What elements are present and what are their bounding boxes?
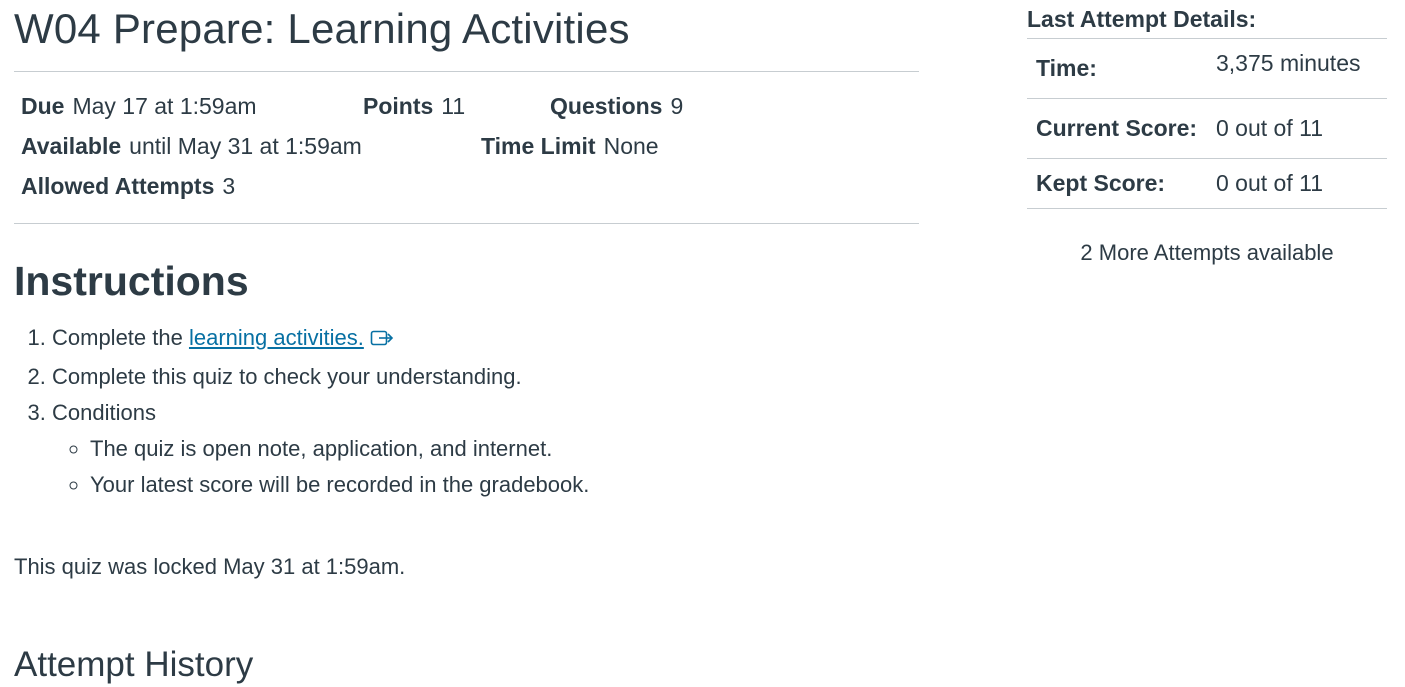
instructions-list: Complete the learning activities. Comple… <box>14 320 919 503</box>
current-score-row: Current Score: 0 out of 11 <box>1027 98 1387 159</box>
time-limit-label: Time Limit <box>481 133 596 159</box>
points-value: 11 <box>441 93 466 119</box>
conditions-list: The quiz is open note, application, and … <box>52 431 919 503</box>
kept-score-label: Kept Score: <box>1027 158 1207 209</box>
allowed-attempts-value: 3 <box>222 173 236 199</box>
learning-activities-link[interactable]: learning activities. <box>189 325 364 350</box>
questions-label: Questions <box>550 93 663 119</box>
current-score-value: 0 out of 11 <box>1207 98 1387 159</box>
page-title: W04 Prepare: Learning Activities <box>14 5 630 52</box>
quiz-locked-message: This quiz was locked May 31 at 1:59am. <box>14 554 406 579</box>
details-row-3: Allowed Attempts 3 <box>21 166 912 206</box>
last-attempt-heading: Last Attempt Details: <box>1027 0 1387 39</box>
questions-value: 9 <box>670 93 684 119</box>
points-label: Points <box>363 93 434 119</box>
external-link-icon[interactable] <box>370 323 396 359</box>
quiz-main-content: W04 Prepare: Learning Activities Due May … <box>14 0 919 687</box>
time-limit-value: None <box>603 133 659 159</box>
questions-detail: Questions 9 <box>550 86 683 126</box>
instruction-item-1: Complete the learning activities. <box>52 320 919 359</box>
instruction-item-2: Complete this quiz to check your underst… <box>52 359 919 395</box>
last-attempt-sidebar: Last Attempt Details: Time: 3,375 minute… <box>1027 0 1387 271</box>
attempt-time-label: Time: <box>1027 39 1207 99</box>
instruction-item-1-text: Complete the <box>52 325 189 350</box>
available-detail: Available until May 31 at 1:59am <box>21 126 481 166</box>
condition-item-1: The quiz is open note, application, and … <box>90 431 919 467</box>
condition-item-2: Your latest score will be recorded in th… <box>90 467 919 503</box>
points-detail: Points 11 <box>363 86 550 126</box>
more-attempts-text: 2 More Attempts available <box>1080 240 1334 265</box>
attempt-time-row: Time: 3,375 minutes <box>1027 39 1387 99</box>
instruction-item-3-text: Conditions <box>52 400 156 425</box>
due-value: May 17 at 1:59am <box>72 93 257 119</box>
attempt-time-value: 3,375 minutes <box>1207 39 1387 99</box>
kept-score-value: 0 out of 11 <box>1207 158 1387 209</box>
due-label: Due <box>21 93 65 119</box>
details-row-1: Due May 17 at 1:59am Points 11 Questions 9 <box>21 86 912 126</box>
time-limit-detail: Time Limit None <box>481 126 659 166</box>
allowed-attempts-detail: Allowed Attempts 3 <box>21 166 235 206</box>
available-label: Available <box>21 133 122 159</box>
attempt-history-heading: Attempt History <box>14 645 254 684</box>
due-detail: Due May 17 at 1:59am <box>21 86 363 126</box>
quiz-details: Due May 17 at 1:59am Points 11 Questions 9 … <box>14 71 919 224</box>
instruction-item-3: Conditions The quiz is open note, applic… <box>52 395 919 503</box>
kept-score-row: Kept Score: 0 out of 11 <box>1027 158 1387 209</box>
available-value: until May 31 at 1:59am <box>129 133 362 159</box>
current-score-label: Current Score: <box>1027 98 1207 159</box>
details-row-2: Available until May 31 at 1:59am Time Lim… <box>21 126 912 166</box>
last-attempt-table: Time: 3,375 minutes Current Score: 0 out… <box>1027 39 1387 209</box>
instructions-heading: Instructions <box>14 258 249 304</box>
allowed-attempts-label: Allowed Attempts <box>21 173 215 199</box>
